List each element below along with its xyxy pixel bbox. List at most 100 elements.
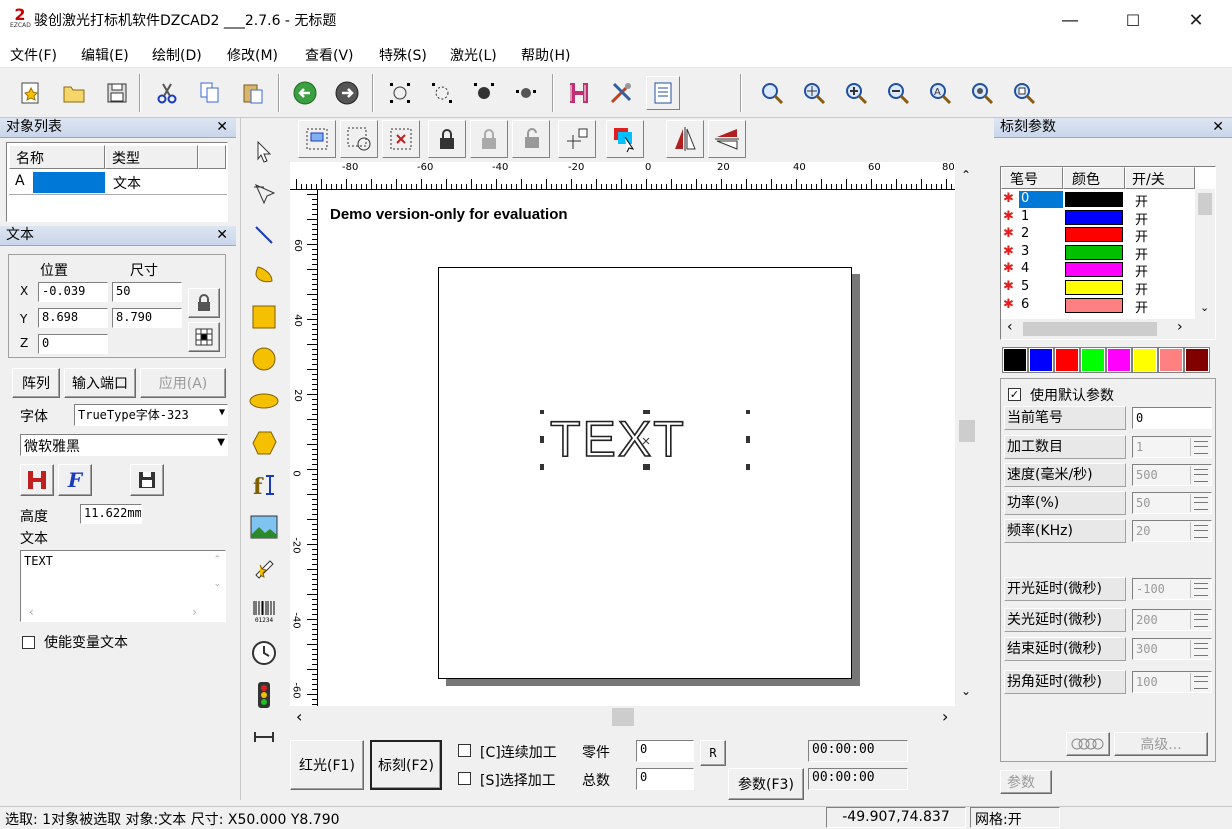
- new-file-icon[interactable]: [14, 76, 48, 110]
- timer-tool-icon[interactable]: [245, 634, 283, 672]
- bitmap-tool-icon[interactable]: [245, 508, 283, 546]
- palette-swatch[interactable]: [1002, 347, 1028, 373]
- pen-row[interactable]: ✱ 3 开: [1001, 244, 1195, 263]
- scroll-thumb[interactable]: [1023, 322, 1157, 336]
- pen-list-vscroll[interactable]: ⌄: [1195, 189, 1215, 319]
- spinner-icon[interactable]: [1190, 673, 1210, 691]
- reset-button[interactable]: R: [700, 740, 726, 766]
- size-x-input[interactable]: 50: [112, 282, 182, 302]
- menu-file[interactable]: 文件(F): [10, 45, 57, 65]
- scroll-left-icon[interactable]: ‹: [296, 707, 302, 726]
- pen-row[interactable]: ✱ 2 开: [1001, 226, 1195, 245]
- power-input[interactable]: 50: [1132, 492, 1212, 514]
- scroll-right-icon[interactable]: ›: [192, 605, 197, 619]
- extended-axis-icon[interactable]: [245, 718, 283, 756]
- spinner-icon[interactable]: [1190, 522, 1210, 540]
- menu-draw[interactable]: 绘制(D): [152, 45, 202, 65]
- laser-off-delay-input[interactable]: 200: [1132, 609, 1212, 631]
- properties-icon[interactable]: [646, 76, 680, 110]
- scroll-thumb[interactable]: [1198, 193, 1212, 215]
- speed-input[interactable]: 500: [1132, 464, 1212, 486]
- select-all-icon[interactable]: [383, 76, 417, 110]
- use-default-checkbox[interactable]: ✓: [1008, 388, 1021, 401]
- pen-row[interactable]: ✱ 5 开: [1001, 279, 1195, 298]
- delete-object-icon[interactable]: [382, 120, 420, 158]
- zoom-select-icon[interactable]: [965, 76, 999, 110]
- menu-view[interactable]: 查看(V): [305, 45, 354, 65]
- zoom-out-icon[interactable]: [881, 76, 915, 110]
- parts-input[interactable]: 0: [636, 740, 694, 762]
- palette-swatch[interactable]: [1184, 347, 1210, 373]
- zoom-pan-icon[interactable]: [797, 76, 831, 110]
- mirror-horizontal-icon[interactable]: [666, 120, 704, 158]
- params-tab-button[interactable]: 参数: [1000, 770, 1052, 794]
- scroll-up-icon[interactable]: ⌃: [961, 168, 971, 182]
- palette-swatch[interactable]: [1106, 347, 1132, 373]
- position-x-input[interactable]: -0.039: [38, 282, 108, 302]
- palette-swatch[interactable]: [1054, 347, 1080, 373]
- node-edit-icon[interactable]: [245, 174, 283, 212]
- pen-row[interactable]: ✱ 1 开: [1001, 209, 1195, 228]
- corner-delay-input[interactable]: 100: [1132, 671, 1212, 693]
- scroll-left-icon[interactable]: ‹: [29, 605, 34, 619]
- scroll-thumb[interactable]: [612, 708, 634, 726]
- hatch-text-icon[interactable]: [20, 464, 54, 496]
- zoom-in-icon[interactable]: [839, 76, 873, 110]
- align-center-icon[interactable]: [298, 120, 336, 158]
- pen-row[interactable]: ✱ 6 开: [1001, 297, 1195, 316]
- table-row[interactable]: A 文本: [9, 171, 227, 195]
- input-port-button[interactable]: 输入端口: [64, 368, 136, 398]
- horizontal-scrollbar[interactable]: ‹ ›: [290, 706, 977, 728]
- position-y-input[interactable]: 8.698: [38, 308, 108, 328]
- mirror-vertical-icon[interactable]: [708, 120, 746, 158]
- minimize-button[interactable]: —: [1040, 0, 1100, 40]
- group-icon[interactable]: [467, 76, 501, 110]
- zoom-page-icon[interactable]: [1007, 76, 1041, 110]
- spinner-icon[interactable]: [1190, 438, 1210, 456]
- size-y-input[interactable]: 8.790: [112, 308, 182, 328]
- pen-row[interactable]: ✱ 0 开: [1001, 191, 1195, 210]
- params-button[interactable]: 参数(F3): [728, 768, 804, 800]
- polygon-tool-icon[interactable]: [245, 424, 283, 462]
- laser-on-delay-input[interactable]: -100: [1132, 578, 1212, 600]
- font-type-select[interactable]: TrueType字体-323 ▼: [74, 404, 228, 426]
- spinner-icon[interactable]: [1190, 494, 1210, 512]
- line-tool-icon[interactable]: [245, 216, 283, 254]
- origin-point-icon[interactable]: [558, 120, 596, 158]
- scroll-up-icon[interactable]: ⌃: [213, 555, 221, 565]
- spinner-icon[interactable]: [1190, 580, 1210, 598]
- pen-row[interactable]: ✱ 4 开: [1001, 261, 1195, 280]
- continuous-checkbox[interactable]: [458, 744, 471, 757]
- unlock-all-icon[interactable]: [512, 120, 550, 158]
- tools-icon[interactable]: [604, 76, 638, 110]
- menu-laser[interactable]: 激光(L): [450, 45, 497, 65]
- font-style-icon[interactable]: F: [58, 464, 92, 496]
- spinner-icon[interactable]: [1190, 466, 1210, 484]
- close-object-list-icon[interactable]: ✕: [216, 118, 228, 137]
- paste-icon[interactable]: [236, 76, 270, 110]
- menu-special[interactable]: 特殊(S): [379, 45, 427, 65]
- save-icon[interactable]: [100, 76, 134, 110]
- scroll-thumb[interactable]: [959, 420, 975, 442]
- close-text-panel-icon[interactable]: ✕: [216, 226, 228, 245]
- open-folder-icon[interactable]: [57, 76, 91, 110]
- ellipse-tool-icon[interactable]: [245, 382, 283, 420]
- rectangle-tool-icon[interactable]: [245, 298, 283, 336]
- unlock-object-icon[interactable]: [470, 120, 508, 158]
- text-object[interactable]: TEXT: [540, 410, 750, 470]
- select-invert-icon[interactable]: [425, 76, 459, 110]
- close-params-panel-icon[interactable]: ✕: [1212, 118, 1224, 137]
- menu-modify[interactable]: 修改(M): [227, 45, 278, 65]
- cut-icon[interactable]: [150, 76, 184, 110]
- drawing-canvas[interactable]: Demo version-only for evaluation TEXT: [318, 190, 955, 706]
- palette-swatch[interactable]: [1158, 347, 1184, 373]
- frequency-input[interactable]: 20: [1132, 520, 1212, 542]
- spinner-icon[interactable]: [1190, 640, 1210, 658]
- wobble-icon[interactable]: [1066, 732, 1110, 756]
- select-process-checkbox[interactable]: [458, 772, 471, 785]
- scroll-left-icon[interactable]: ‹: [1007, 319, 1013, 335]
- circle-tool-icon[interactable]: [245, 340, 283, 378]
- vertical-scrollbar[interactable]: ⌃ ⌄: [955, 162, 977, 706]
- column-header-color[interactable]: 颜色: [1063, 167, 1125, 189]
- current-pen-input[interactable]: 0: [1132, 407, 1212, 429]
